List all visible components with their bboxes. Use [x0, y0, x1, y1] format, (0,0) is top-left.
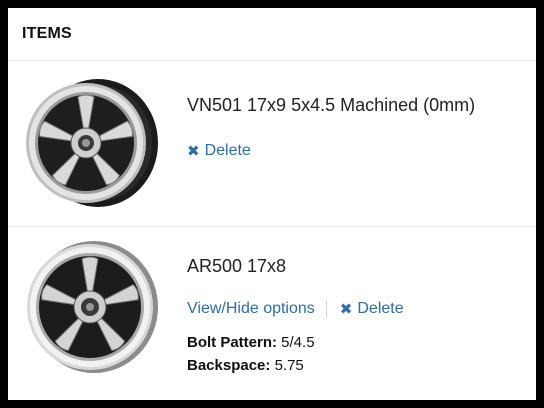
- spec-backspace: Backspace: 5.75: [187, 357, 304, 374]
- spec-label: Bolt Pattern:: [187, 334, 277, 351]
- delete-button[interactable]: ✖ Delete: [340, 300, 404, 318]
- item-title[interactable]: AR500 17x8: [187, 256, 286, 277]
- spec-label: Backspace:: [187, 357, 271, 374]
- close-x-icon: ✖: [339, 301, 353, 318]
- delete-button[interactable]: ✖ Delete: [187, 142, 251, 160]
- delete-label: Delete: [357, 300, 404, 317]
- spec-value: 5.75: [274, 357, 304, 374]
- spec-bolt-pattern: Bolt Pattern: 5/4.5: [187, 334, 315, 351]
- close-x-icon: ✖: [187, 143, 200, 160]
- action-divider: [325, 300, 327, 318]
- spec-value: 5/4.5: [281, 334, 315, 351]
- cart-item: VN501 17x9 5x4.5 Machined (0mm) ✖ Delete: [8, 61, 536, 227]
- item-actions: View/Hide options ✖ Delete: [187, 300, 404, 318]
- view-hide-options-link[interactable]: View/Hide options: [187, 300, 315, 318]
- wheel-image: [27, 241, 158, 373]
- cart-item: AR500 17x8 View/Hide options ✖ Delete Bo…: [8, 227, 536, 399]
- items-header: ITEMS: [8, 8, 536, 61]
- items-panel: ITEMS VN501 17x9 5x4.5 Machined (0mm) ✖ …: [8, 8, 536, 400]
- item-actions: ✖ Delete: [187, 142, 251, 160]
- delete-label: Delete: [204, 142, 251, 159]
- wheel-image: [26, 79, 158, 207]
- header-title: ITEMS: [22, 25, 72, 42]
- item-title[interactable]: VN501 17x9 5x4.5 Machined (0mm): [187, 95, 475, 116]
